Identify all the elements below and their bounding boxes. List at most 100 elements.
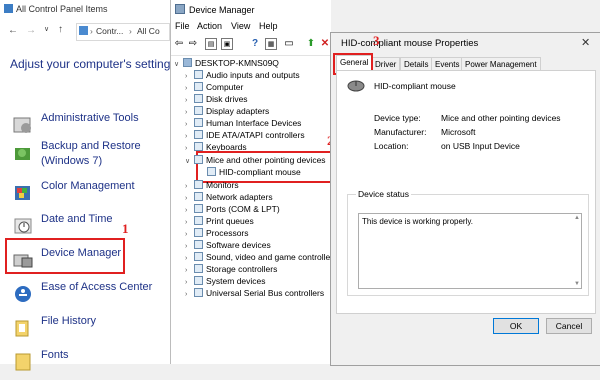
help-icon[interactable]: ? [249,38,261,50]
ide-icon [194,130,203,139]
tree-item[interactable]: › Audio inputs and outputs [185,69,300,81]
clock-icon [12,215,34,237]
monitor-icon[interactable]: ▭ [283,38,295,50]
general-tab-panel: HID-compliant mouse Device type: Mice an… [336,70,596,314]
cancel-button[interactable]: Cancel [546,318,592,334]
processor-icon [194,228,203,237]
tree-item[interactable]: › System devices [185,275,266,287]
device-manager-titlebar: Device Manager [171,0,331,20]
fonts-icon [12,351,34,373]
sound-icon [194,252,203,261]
hid-icon [194,118,203,127]
network-icon [194,192,203,201]
mouse-category-icon [194,155,203,164]
ok-button[interactable]: OK [493,318,539,334]
port-icon [194,204,203,213]
usb-icon [194,288,203,297]
address-bar[interactable]: › Contr... › All Co [76,23,170,41]
view-icon[interactable]: ▣ [221,38,233,50]
cp-item-fonts[interactable]: Fonts [10,348,160,380]
chevron-down-icon[interactable]: ∨ [44,25,49,33]
cp-item-label: Date and Time [41,213,113,225]
storage-icon [194,264,203,273]
cp-item-label: Backup and Restore (Windows 7) [41,140,141,167]
cp-item-device-manager[interactable]: Device Manager [10,246,160,278]
manufacturer-value: Microsoft [441,127,476,137]
forward-arrow-icon[interactable]: → [26,25,36,36]
back-icon[interactable]: ⇦ [173,38,185,50]
tree-item[interactable]: › Human Interface Devices [185,117,301,129]
tree-root[interactable]: ∨ DESKTOP-KMNS09Q [174,57,279,69]
tree-item[interactable]: › Network adapters [185,191,273,203]
tree-item-mice[interactable]: ∨ Mice and other pointing devices [185,154,326,166]
device-manager-icon [12,249,34,271]
tree-item[interactable]: › Display adapters [185,105,269,117]
breadcrumb-control-panel[interactable]: Contr... [96,26,123,36]
close-icon[interactable]: ✕ [581,36,590,49]
device-status-text: This device is working properly. [362,217,474,226]
ease-of-access-icon [12,283,34,305]
tree-item[interactable]: › Monitors [185,179,239,191]
tree-item[interactable]: › Processors [185,227,249,239]
control-panel-address-icon [79,26,88,35]
disk-icon [194,94,203,103]
list-icon[interactable]: ▦ [265,38,277,50]
tree-item[interactable]: › Storage controllers [185,263,277,275]
breadcrumb-all-items[interactable]: All Co [137,26,160,36]
menu-action[interactable]: Action [197,21,222,31]
manufacturer-label: Manufacturer: [374,127,427,137]
device-status-group: Device status This device is working pro… [347,189,589,296]
tree-item[interactable]: › Ports (COM & LPT) [185,203,280,215]
software-device-icon [194,240,203,249]
device-manager-window: Device Manager File Action View Help ⇦ ⇨… [170,0,337,364]
tree-item-hid-mouse[interactable]: HID-compliant mouse [207,166,301,178]
forward-icon[interactable]: ⇨ [187,38,199,50]
page-heading: Adjust your computer's settings [10,57,177,71]
tab-power-management[interactable]: Power Management [461,57,541,71]
cp-item-label: Color Management [41,180,135,192]
device-type-value: Mice and other pointing devices [441,113,561,123]
control-panel-titlebar: All Control Panel Items [0,0,170,20]
cp-item-color-management[interactable]: Color Management [10,179,160,211]
cp-item-label: Ease of Access Center [41,281,153,293]
tab-events[interactable]: Events [431,57,464,71]
device-status-textbox[interactable]: This device is working properly. ▲ ▼ [358,213,582,289]
cp-item-label: Device Manager [41,247,122,259]
tab-driver[interactable]: Driver [371,57,401,71]
device-manager-app-icon [175,4,185,14]
scroll-up-icon[interactable]: ▲ [574,215,580,221]
mouse-icon [207,167,216,176]
menu-bar: File Action View Help [171,20,331,34]
device-type-label: Device type: [374,113,421,123]
back-arrow-icon[interactable]: ← [8,25,18,36]
tab-details[interactable]: Details [400,57,433,71]
device-name: HID-compliant mouse [374,81,456,91]
cp-item-ease-of-access[interactable]: Ease of Access Center [10,280,160,312]
tree-item[interactable]: › Sound, video and game controllers [185,251,337,263]
tree-item[interactable]: › Print queues [185,215,254,227]
tree-item[interactable]: › Universal Serial Bus controllers [185,287,324,299]
cp-item-backup-restore[interactable]: Backup and Restore (Windows 7) [10,139,160,171]
menu-file[interactable]: File [175,21,190,31]
cp-item-label: File History [41,315,97,327]
tree-item[interactable]: › Computer [185,81,243,93]
menu-view[interactable]: View [231,21,250,31]
backup-icon [12,142,34,164]
properties-grid-icon[interactable]: ▤ [205,38,217,50]
tree-item[interactable]: › Software devices [185,239,271,251]
update-driver-icon[interactable]: ⬆ [305,38,317,50]
tree-item[interactable]: › Disk drives [185,93,248,105]
window-title: All Control Panel Items [16,4,108,14]
cp-item-file-history[interactable]: File History [10,314,160,346]
window-title: Device Manager [189,5,255,15]
display-icon [194,106,203,115]
dialog-title: HID-compliant mouse Properties [341,38,479,49]
computer-icon [183,58,192,67]
up-arrow-icon[interactable]: ↑ [58,24,63,35]
tree-item[interactable]: › IDE ATA/ATAPI controllers [185,129,305,141]
scroll-down-icon[interactable]: ▼ [574,281,580,287]
menu-help[interactable]: Help [259,21,278,31]
control-panel-icon [4,4,13,13]
step-number-3: 3 [373,33,380,48]
monitor-category-icon [194,180,203,189]
